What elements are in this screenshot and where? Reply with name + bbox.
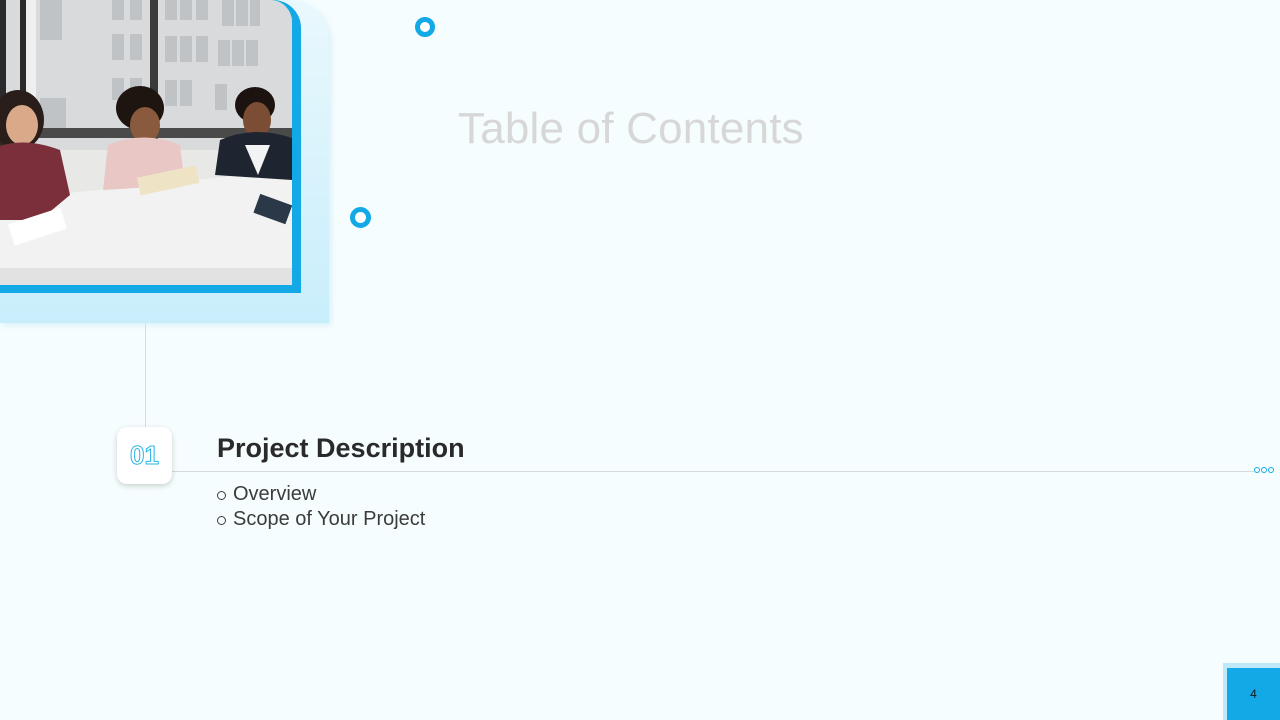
triple-dot-icon [1254,467,1274,473]
list-item-label: Scope of Your Project [233,508,426,530]
page-number-tab: 4 [1227,668,1280,720]
meeting-photo-illustration [0,0,292,285]
list-item: Overview [217,482,425,507]
bullet-circle-icon [217,491,226,500]
list-item-label: Overview [233,483,317,505]
section-number: 01 [130,440,160,471]
meeting-photo [0,0,292,285]
decorative-ring-middle [350,207,371,228]
page-title: Table of Contents [458,104,804,153]
list-item: Scope of Your Project [217,507,425,532]
page-number: 4 [1250,687,1257,701]
section-number-badge: 01 [117,427,172,484]
section-title: Project Description [217,433,465,463]
section-item-list: Overview Scope of Your Project [217,482,425,532]
connector-line-vertical [145,323,146,428]
bullet-circle-icon [217,516,226,525]
divider-line [172,471,1254,472]
decorative-ring-top [415,17,435,37]
